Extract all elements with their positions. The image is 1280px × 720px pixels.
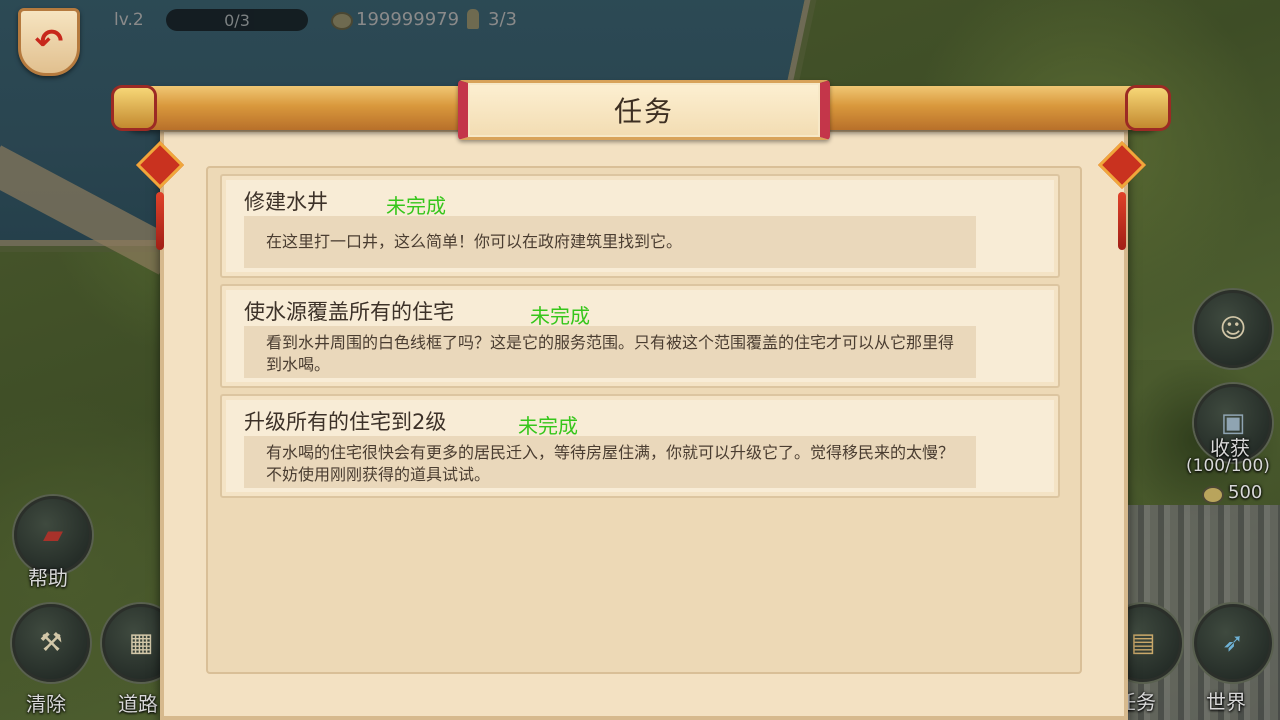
population-count: 3/3 xyxy=(488,9,517,30)
chinese-knot-left xyxy=(135,140,185,250)
task-item[interactable]: 修建水井 未完成 在这里打一口井，这么简单！你可以在政府建筑里找到它。 xyxy=(220,174,1060,278)
advisor-icon: ☺ xyxy=(1219,314,1247,344)
experience-bar: 0/3 xyxy=(166,9,308,31)
rod-cap-left xyxy=(114,88,154,128)
help-label: 帮助 xyxy=(28,566,68,590)
task-title: 使水源覆盖所有的住宅 xyxy=(244,300,454,324)
world-button[interactable]: ➶ xyxy=(1194,604,1272,682)
task-status: 未完成 xyxy=(386,194,446,218)
chinese-knot-right xyxy=(1097,140,1147,250)
advisor-avatar-button[interactable]: ☺ xyxy=(1194,290,1272,368)
rod-cap-right xyxy=(1128,88,1168,128)
clear-button[interactable]: ⚒ xyxy=(12,604,90,682)
world-label: 世界 xyxy=(1206,690,1246,714)
coin-icon xyxy=(1202,486,1224,504)
back-arrow-icon: ↶ xyxy=(34,22,64,62)
task-description: 看到水井周围的白色线框了吗？这是它的服务范围。只有被这个范围覆盖的住宅才可以从它… xyxy=(244,326,976,378)
panel-title: 任务 xyxy=(613,95,674,128)
task-status: 未完成 xyxy=(518,414,578,438)
person-icon xyxy=(467,9,479,29)
task-description: 在这里打一口井，这么简单！你可以在政府建筑里找到它。 xyxy=(244,216,976,268)
task-title: 升级所有的住宅到2级 xyxy=(244,410,447,434)
top-hud: lv.2 0/3 199999979 3/3 xyxy=(0,0,640,40)
road-icon: ▦ xyxy=(128,628,154,658)
shovel-icon: ⚒ xyxy=(39,628,63,658)
task-status: 未完成 xyxy=(530,304,590,328)
road-label: 道路 xyxy=(118,692,158,716)
task-title: 修建水井 xyxy=(244,190,328,214)
panel-title-plaque: 任务 xyxy=(458,80,830,140)
map-scroll-icon: ▤ xyxy=(1130,628,1156,658)
experience-progress: 0/3 xyxy=(224,11,250,30)
player-level: lv.2 xyxy=(114,10,144,30)
book-icon: ▰ xyxy=(43,520,63,550)
telescope-icon: ➶ xyxy=(1222,628,1244,658)
task-description: 有水喝的住宅很快会有更多的居民迁入，等待房屋住满，你就可以升级它了。觉得移民来的… xyxy=(244,436,976,488)
task-item[interactable]: 升级所有的住宅到2级 未完成 有水喝的住宅很快会有更多的居民迁入，等待房屋住满，… xyxy=(220,394,1060,498)
gold-amount: 199999979 xyxy=(356,9,460,30)
clear-label: 清除 xyxy=(26,692,66,716)
task-item[interactable]: 使水源覆盖所有的住宅 未完成 看到水井周围的白色线框了吗？这是它的服务范围。只有… xyxy=(220,284,1060,388)
coin-icon xyxy=(331,12,353,30)
harvest-count: (100/100) xyxy=(1186,456,1270,476)
harvest-gold: 500 xyxy=(1228,482,1263,503)
back-button[interactable]: ↶ xyxy=(18,8,80,76)
